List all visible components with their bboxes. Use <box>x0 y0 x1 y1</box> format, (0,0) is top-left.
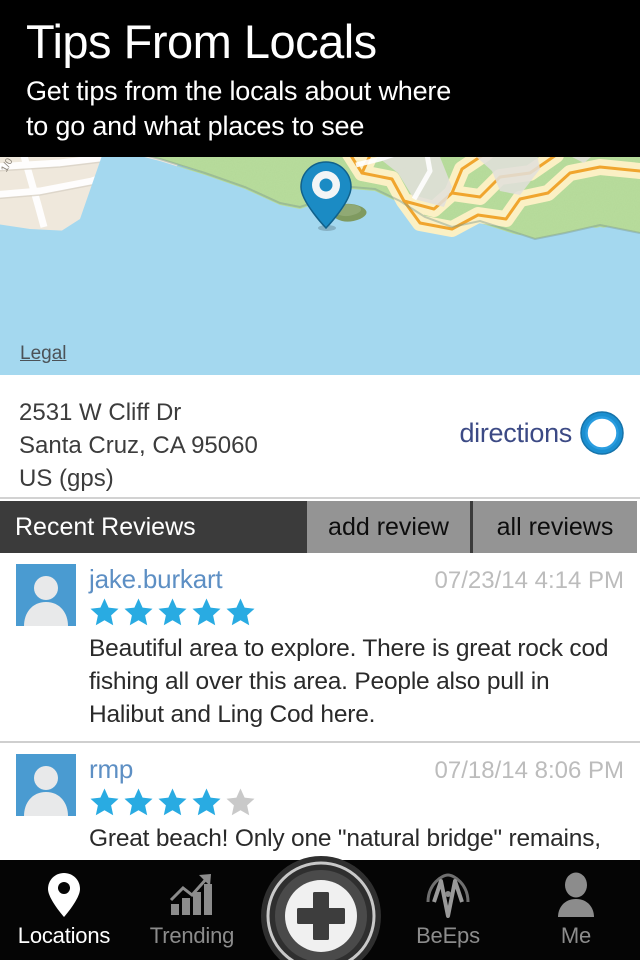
star-empty-icon <box>226 788 255 816</box>
tab-add-review[interactable]: add review <box>307 501 473 553</box>
star-filled-icon <box>158 598 187 626</box>
nav-item-me[interactable]: Me <box>512 860 640 960</box>
nav-item-locations-label: Locations <box>17 923 111 948</box>
review-star-rating <box>89 597 624 628</box>
nav-item-beeps[interactable]: BeEps <box>384 860 512 960</box>
star-filled-icon <box>192 788 221 816</box>
nav-item-me-label: Me <box>560 923 592 948</box>
map-view[interactable]: 1/0 Legal <box>0 157 640 375</box>
nav-item-beeps-label: BeEps <box>416 923 480 948</box>
compass-icon <box>580 411 624 455</box>
app-screen: Tips From Locals Get tips from the local… <box>0 0 640 960</box>
review-username[interactable]: jake.burkart <box>89 564 223 595</box>
star-filled-icon <box>124 598 153 626</box>
address-text: 2531 W Cliff Dr Santa Cruz, CA 95060 US … <box>19 399 258 492</box>
tab-all-reviews[interactable]: all reviews <box>473 501 637 553</box>
page-subtitle: Get tips from the locals about where to … <box>26 76 452 141</box>
star-filled-icon <box>90 598 119 626</box>
page-title: Tips From Locals <box>26 15 377 68</box>
directions-button[interactable]: directions <box>459 411 624 455</box>
map-pin-icon[interactable] <box>296 160 356 232</box>
directions-label: directions <box>459 417 572 448</box>
star-filled-icon <box>226 598 255 626</box>
review-date: 07/18/14 8:06 PM <box>434 757 624 784</box>
page-header: Tips From Locals Get tips from the local… <box>0 0 640 157</box>
review-username[interactable]: rmp <box>89 754 133 785</box>
star-filled-icon <box>124 788 153 816</box>
tab-recent-reviews[interactable]: Recent Reviews <box>0 501 307 553</box>
star-filled-icon <box>90 788 119 816</box>
reviews-tabbar: Recent Reviews add review all reviews <box>0 501 640 553</box>
pulse-waveform-icon <box>424 870 472 920</box>
tab-recent-reviews-label: Recent Reviews <box>15 512 196 541</box>
review-text: Beautiful area to explore. There is grea… <box>89 635 609 728</box>
nav-item-locations[interactable]: Locations <box>0 860 128 960</box>
person-avatar-icon <box>16 754 76 816</box>
review-date: 07/23/14 4:14 PM <box>434 567 624 594</box>
map-pin-icon <box>46 870 82 920</box>
address-card: 2531 W Cliff Dr Santa Cruz, CA 95060 US … <box>0 377 640 499</box>
nav-item-trending[interactable]: Trending <box>128 860 256 960</box>
person-icon <box>556 870 596 920</box>
star-filled-icon <box>158 788 187 816</box>
bar-chart-trend-icon <box>168 870 216 920</box>
nav-item-trending-label: Trending <box>149 923 235 948</box>
reviews-list[interactable]: jake.burkart 07/23/14 4:14 PM Beautiful … <box>0 553 640 860</box>
star-filled-icon <box>192 598 221 626</box>
legal-link[interactable]: Legal <box>20 343 67 365</box>
review-star-rating <box>89 787 624 818</box>
review-item[interactable]: jake.burkart 07/23/14 4:14 PM Beautiful … <box>0 553 640 743</box>
add-button[interactable] <box>260 855 382 960</box>
person-avatar-icon <box>16 564 76 626</box>
review-item[interactable]: rmp 07/18/14 8:06 PM Great beach! Only o… <box>0 743 640 860</box>
